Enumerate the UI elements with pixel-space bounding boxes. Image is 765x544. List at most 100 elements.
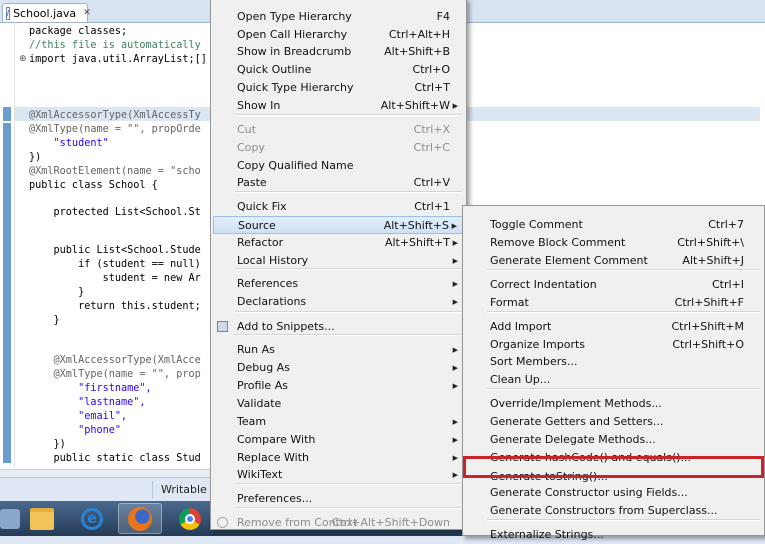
menu-item-label: Organize Imports xyxy=(490,338,586,351)
code-line: "email", xyxy=(29,411,128,422)
close-icon[interactable]: ✕ xyxy=(83,8,91,18)
context-item-declarations[interactable]: Declarations ▶ xyxy=(213,293,464,311)
submenu-arrow-icon: ▶ xyxy=(452,257,458,265)
menu-item-label: Quick Fix xyxy=(237,200,287,213)
remove-context-icon xyxy=(217,517,228,528)
menu-item-shortcut: Ctrl+X xyxy=(413,123,450,136)
source-item-toggle-comment[interactable]: Toggle Comment Ctrl+7 xyxy=(465,216,762,234)
context-item-replace-with[interactable]: Replace With ▶ xyxy=(213,449,464,467)
menu-item-label: Generate Delegate Methods... xyxy=(490,433,656,446)
source-item-remove-block-comment[interactable]: Remove Block Comment Ctrl+Shift+\ xyxy=(465,234,762,252)
context-item-preferences[interactable]: Preferences... xyxy=(213,490,464,508)
menu-item-label: Local History xyxy=(237,254,309,267)
context-item-add-to-snippets[interactable]: Add to Snippets... xyxy=(213,318,464,336)
menu-item-shortcut: Ctrl+T xyxy=(414,81,450,94)
menu-item-label: Run As xyxy=(237,343,275,356)
context-item-copy[interactable]: Copy Ctrl+C xyxy=(213,139,464,157)
context-item-paste[interactable]: Paste Ctrl+V xyxy=(213,174,464,192)
menu-item-label: Copy Qualified Name xyxy=(237,159,354,172)
menu-item-shortcut: Alt+Shift+B xyxy=(384,45,450,58)
menu-item-label: Paste xyxy=(237,176,267,189)
taskbar-firefox[interactable] xyxy=(118,503,162,534)
writable-status: Writable xyxy=(152,481,219,499)
context-item-compare-with[interactable]: Compare With ▶ xyxy=(213,431,464,449)
code-line: } xyxy=(29,315,60,326)
menu-item-label: Override/Implement Methods... xyxy=(490,397,662,410)
chrome-icon xyxy=(179,507,201,530)
context-item-cut[interactable]: Cut Ctrl+X xyxy=(213,121,464,139)
menu-item-label: WikiText xyxy=(237,468,283,481)
source-item-generate-getters-and-setters[interactable]: Generate Getters and Setters... xyxy=(465,413,762,431)
menu-item-label: Refactor xyxy=(237,236,284,249)
fold-expand-icon[interactable]: ⊕ xyxy=(19,54,27,64)
source-item-generate-delegate-methods[interactable]: Generate Delegate Methods... xyxy=(465,431,762,449)
context-item-show-in[interactable]: Show In Alt+Shift+W ▶ xyxy=(213,97,464,115)
change-marker xyxy=(3,123,11,463)
source-item-correct-indentation[interactable]: Correct Indentation Ctrl+I xyxy=(465,276,762,294)
code-line: "student" xyxy=(29,138,109,149)
context-item-source[interactable]: Source Alt+Shift+S ▶ xyxy=(213,216,464,234)
menu-item-shortcut: Alt+Shift+J xyxy=(682,254,744,267)
menu-item-shortcut: Ctrl+Alt+Shift+Down xyxy=(331,516,450,529)
taskbar-explorer[interactable] xyxy=(20,503,64,534)
submenu-arrow-icon: ▶ xyxy=(452,436,458,444)
submenu-arrow-icon: ▶ xyxy=(452,364,458,372)
submenu-arrow-icon: ▶ xyxy=(451,222,457,230)
menu-item-label: Externalize Strings... xyxy=(490,528,604,541)
taskbar-chrome[interactable] xyxy=(168,503,212,534)
code-line: protected List<School.St xyxy=(29,207,201,218)
menu-item-label: Add to Snippets... xyxy=(237,320,335,333)
editor-tab-school-java[interactable]: J School.java ✕ xyxy=(2,3,91,22)
context-item-quick-type-hierarchy[interactable]: Quick Type Hierarchy Ctrl+T xyxy=(213,79,464,97)
source-item-generate-element-comment[interactable]: Generate Element Comment Alt+Shift+J xyxy=(465,252,762,270)
context-item-open-call-hierarchy[interactable]: Open Call Hierarchy Ctrl+Alt+H xyxy=(213,26,464,44)
context-item-team[interactable]: Team ▶ xyxy=(213,413,464,431)
source-item-generate-constructor-using-fields[interactable]: Generate Constructor using Fields... xyxy=(465,484,762,502)
code-line: }) xyxy=(29,152,42,163)
start-icon xyxy=(0,508,20,529)
menu-item-shortcut: Ctrl+V xyxy=(413,176,450,189)
menu-item-label: Generate Constructors from Superclass... xyxy=(490,504,718,517)
editor-context-menu: Open Type Hierarchy F4 Open Call Hierarchy… xyxy=(210,0,467,530)
context-item-run-as[interactable]: Run As ▶ xyxy=(213,341,464,359)
context-item-quick-fix[interactable]: Quick Fix Ctrl+1 xyxy=(213,198,464,216)
context-item-validate[interactable]: Validate xyxy=(213,395,464,413)
menu-item-shortcut: Ctrl+Shift+M xyxy=(671,320,745,333)
code-line: @XmlRootElement(name = "scho xyxy=(29,166,201,177)
context-item-profile-as[interactable]: Profile As ▶ xyxy=(213,377,464,395)
context-item-wikitext[interactable]: WikiText ▶ xyxy=(213,466,464,484)
source-item-clean-up[interactable]: Clean Up... xyxy=(465,371,762,389)
submenu-arrow-icon: ▶ xyxy=(452,239,458,247)
source-item-organize-imports[interactable]: Organize Imports Ctrl+Shift+O xyxy=(465,336,762,354)
menu-item-label: Open Type Hierarchy xyxy=(237,10,352,23)
context-item-copy-qualified-name[interactable]: Copy Qualified Name xyxy=(213,157,464,175)
source-item-generate-constructors-from-superclass[interactable]: Generate Constructors from Superclass... xyxy=(465,502,762,520)
menu-item-label: Copy xyxy=(237,141,265,154)
menu-item-shortcut: Ctrl+O xyxy=(412,63,450,76)
menu-item-label: Preferences... xyxy=(237,492,313,505)
context-item-refactor[interactable]: Refactor Alt+Shift+T ▶ xyxy=(213,234,464,252)
context-item-debug-as[interactable]: Debug As ▶ xyxy=(213,359,464,377)
source-item-override-implement-methods[interactable]: Override/Implement Methods... xyxy=(465,395,762,413)
menu-item-label: Team xyxy=(237,415,267,428)
context-item-open-type-hierarchy[interactable]: Open Type Hierarchy F4 xyxy=(213,8,464,26)
context-item-show-in-breadcrumb[interactable]: Show in Breadcrumb Alt+Shift+B xyxy=(213,43,464,61)
source-item-add-import[interactable]: Add Import Ctrl+Shift+M xyxy=(465,318,762,336)
menu-item-label: Cut xyxy=(237,123,256,136)
context-item-quick-outline[interactable]: Quick Outline Ctrl+O xyxy=(213,61,464,79)
submenu-arrow-icon: ▶ xyxy=(452,102,458,110)
menu-separator xyxy=(235,311,462,313)
menu-item-label: Correct Indentation xyxy=(490,278,597,291)
context-item-remove-from-context[interactable]: Remove from Context Ctrl+Alt+Shift+Down xyxy=(213,514,464,532)
source-submenu: Toggle Comment Ctrl+7 Remove Block Comment… xyxy=(462,205,765,541)
source-item-sort-members[interactable]: Sort Members... xyxy=(465,353,762,371)
taskbar-ie[interactable]: e xyxy=(70,503,114,534)
source-item-format[interactable]: Format Ctrl+Shift+F xyxy=(465,294,762,312)
editor-gutter xyxy=(0,23,15,469)
code-line: student = new Ar xyxy=(29,273,201,284)
submenu-arrow-icon: ▶ xyxy=(452,298,458,306)
context-item-references[interactable]: References ▶ xyxy=(213,275,464,293)
source-item-externalize-strings[interactable]: Externalize Strings... xyxy=(465,526,762,544)
code-line: "lastname", xyxy=(29,397,146,408)
context-item-local-history[interactable]: Local History ▶ xyxy=(213,252,464,270)
